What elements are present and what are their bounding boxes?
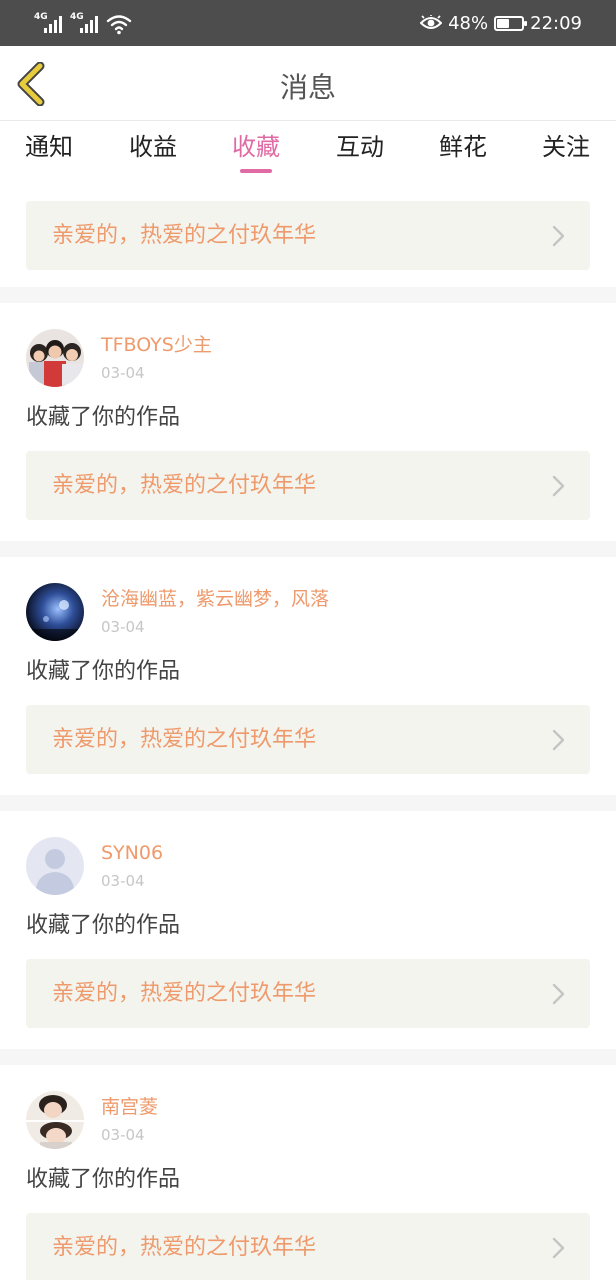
chevron-right-icon (552, 983, 565, 1005)
wifi-icon (106, 15, 132, 35)
username[interactable]: SYN06 (101, 841, 163, 865)
section-divider (0, 541, 616, 557)
avatar[interactable] (26, 1091, 84, 1149)
tab-notifications[interactable]: 通知 (9, 131, 89, 163)
tab-bar: 通知 收益 收藏 互动 鲜花 关注 (0, 121, 616, 177)
status-left: 4G 4G (34, 11, 132, 35)
chevron-right-icon (552, 475, 565, 497)
battery-icon (494, 15, 528, 31)
list-item: SYN06 03-04 收藏了你的作品 亲爱的，热爱的之付玖年华 (0, 811, 616, 1049)
action-text: 收藏了你的作品 (26, 1167, 181, 1192)
tab-flowers[interactable]: 鲜花 (423, 131, 503, 163)
tab-follows[interactable]: 关注 (526, 131, 606, 163)
action-text: 收藏了你的作品 (26, 913, 181, 938)
message-feed: 亲爱的，热爱的之付玖年华 TFBOYS少主 03-04 收藏了你的作品 亲爱的，… (0, 177, 616, 1280)
work-title: 亲爱的，热爱的之付玖年华 (52, 1235, 317, 1260)
signal-1-icon: 4G (34, 13, 64, 35)
tab-interactions[interactable]: 互动 (320, 131, 400, 163)
battery-level (497, 18, 510, 28)
user-row: SYN06 03-04 (26, 835, 590, 897)
work-link[interactable]: 亲爱的，热爱的之付玖年华 (26, 959, 590, 1028)
username[interactable]: 沧海幽蓝，紫云幽梦，风落 (101, 587, 329, 611)
tab-favorites[interactable]: 收藏 (216, 131, 296, 173)
tab-earnings[interactable]: 收益 (113, 131, 193, 163)
work-title: 亲爱的，热爱的之付玖年华 (52, 473, 317, 498)
message-date: 03-04 (101, 1126, 145, 1144)
username[interactable]: TFBOYS少主 (101, 333, 212, 357)
action-text: 收藏了你的作品 (26, 405, 181, 430)
active-tab-indicator (240, 169, 272, 173)
work-link[interactable]: 亲爱的，热爱的之付玖年华 (26, 705, 590, 774)
chevron-right-icon (552, 1237, 565, 1259)
avatar[interactable] (26, 837, 84, 895)
username[interactable]: 南宫菱 (101, 1095, 158, 1119)
message-date: 03-04 (101, 364, 145, 382)
user-row: 沧海幽蓝，紫云幽梦，风落 03-04 (26, 581, 590, 643)
work-title: 亲爱的，热爱的之付玖年华 (52, 223, 317, 248)
avatar[interactable] (26, 583, 84, 641)
section-divider (0, 795, 616, 811)
eye-comfort-icon (420, 15, 443, 29)
page-title: 消息 (279, 71, 336, 104)
list-item: TFBOYS少主 03-04 收藏了你的作品 亲爱的，热爱的之付玖年华 (0, 303, 616, 541)
battery-percent: 48% (448, 12, 489, 34)
work-title: 亲爱的，热爱的之付玖年华 (52, 981, 317, 1006)
work-link[interactable]: 亲爱的，热爱的之付玖年华 (26, 451, 590, 520)
list-item: 沧海幽蓝，紫云幽梦，风落 03-04 收藏了你的作品 亲爱的，热爱的之付玖年华 (0, 557, 616, 795)
tab-favorites-label: 收藏 (232, 133, 280, 161)
work-title: 亲爱的，热爱的之付玖年华 (52, 727, 317, 752)
top-work-card: 亲爱的，热爱的之付玖年华 (0, 177, 616, 287)
work-link[interactable]: 亲爱的，热爱的之付玖年华 (26, 201, 590, 270)
action-text: 收藏了你的作品 (26, 659, 181, 684)
list-item: 南宫菱 03-04 收藏了你的作品 亲爱的，热爱的之付玖年华 (0, 1065, 616, 1280)
signal-2-icon: 4G (70, 13, 100, 35)
message-date: 03-04 (101, 618, 145, 636)
section-divider (0, 1049, 616, 1065)
status-bar: 4G 4G 48% 22:09 (0, 0, 616, 46)
user-row: TFBOYS少主 03-04 (26, 327, 590, 389)
chevron-right-icon (552, 225, 565, 247)
message-date: 03-04 (101, 872, 145, 890)
chevron-right-icon (552, 729, 565, 751)
status-right: 48% 22:09 (420, 11, 582, 35)
section-divider (0, 287, 616, 303)
user-row: 南宫菱 03-04 (26, 1089, 590, 1151)
work-link[interactable]: 亲爱的，热爱的之付玖年华 (26, 1213, 590, 1280)
avatar[interactable] (26, 329, 84, 387)
clock: 22:09 (530, 12, 582, 34)
nav-bar: 消息 (0, 46, 616, 121)
